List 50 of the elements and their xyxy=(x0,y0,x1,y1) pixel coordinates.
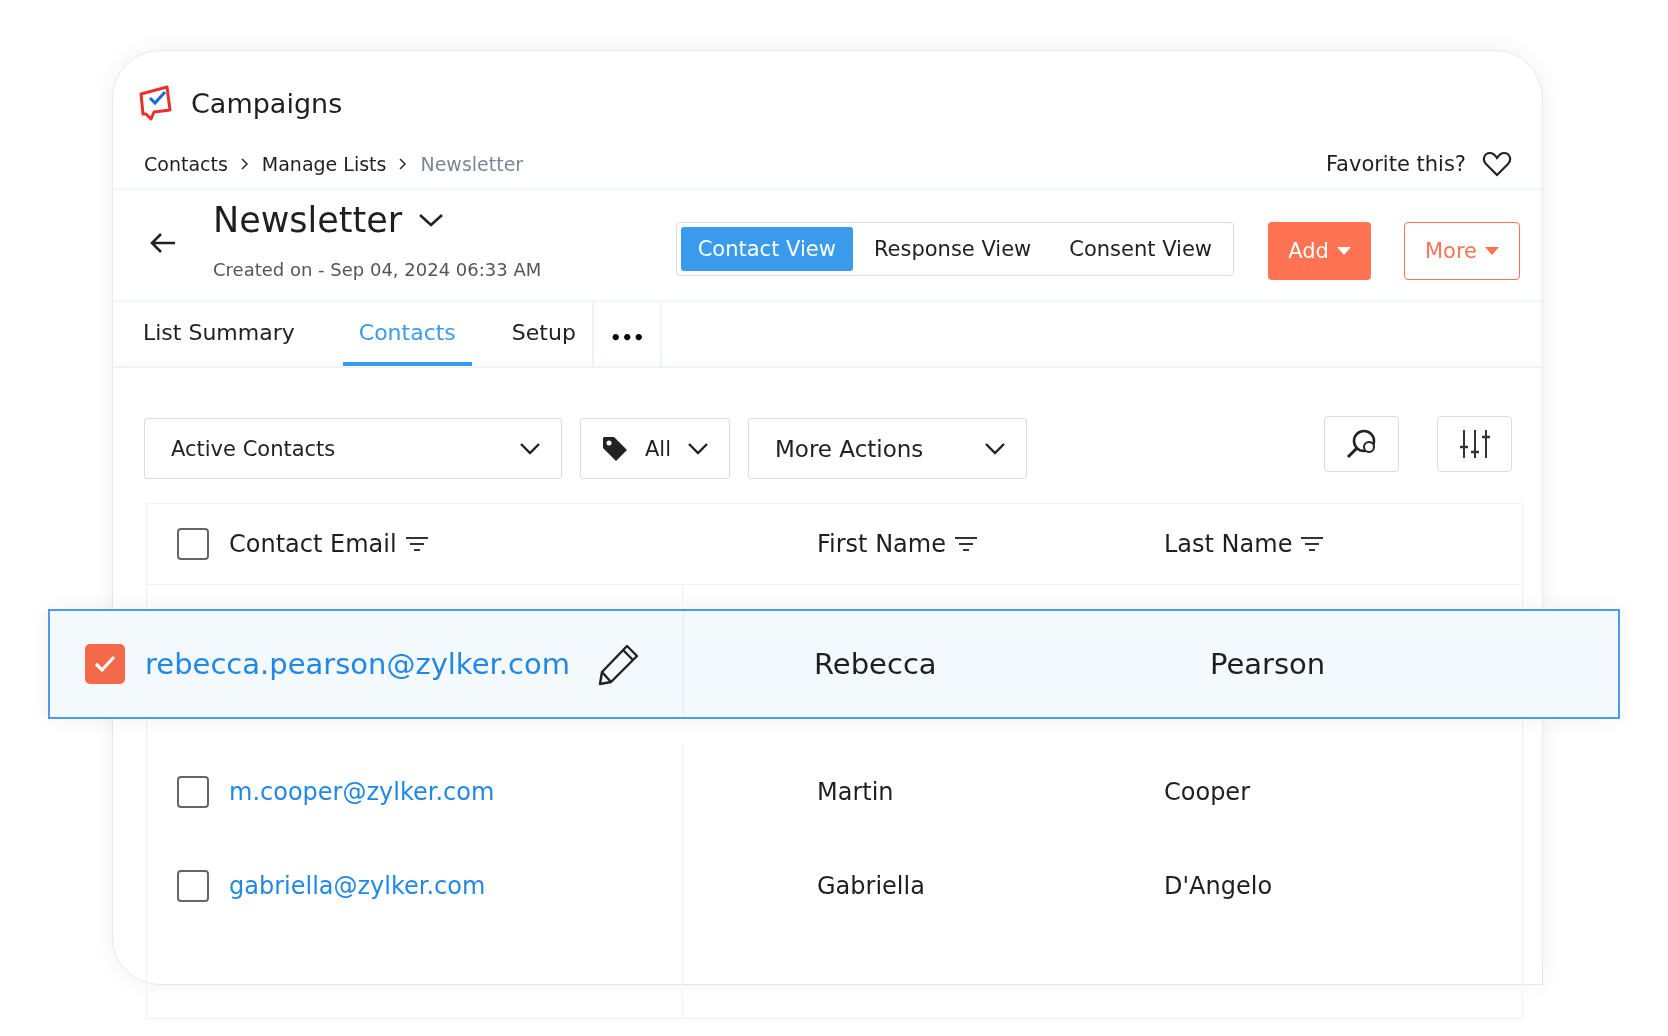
filter-icon[interactable] xyxy=(404,536,429,552)
chevron-down-icon xyxy=(519,441,541,456)
view-toggle-option[interactable]: Response View xyxy=(856,227,1049,271)
chevron-down-icon xyxy=(984,441,1006,456)
breadcrumb-link[interactable]: Newsletter xyxy=(420,153,524,175)
search-button[interactable] xyxy=(1324,415,1399,472)
breadcrumb-link[interactable]: Manage Lists xyxy=(261,153,387,175)
heart-icon[interactable] xyxy=(1482,150,1512,178)
column-header[interactable]: Contact Email xyxy=(229,530,397,558)
chevron-down-icon[interactable] xyxy=(418,212,445,228)
list-filter-dropdown[interactable]: Active Contacts xyxy=(144,418,562,479)
tab[interactable]: Setup xyxy=(495,302,592,366)
email-link[interactable]: gabriella@zylker.com xyxy=(229,872,486,900)
more-actions-dropdown[interactable]: More Actions xyxy=(748,418,1027,479)
row-checkbox[interactable] xyxy=(85,644,125,684)
first-name-cell: Gabriella xyxy=(817,872,925,900)
select-all-checkbox[interactable] xyxy=(177,528,209,560)
caret-icon xyxy=(1485,247,1500,255)
email-link[interactable]: m.cooper@zylker.com xyxy=(229,778,495,806)
back-arrow-icon[interactable] xyxy=(149,232,177,254)
app-name: Campaigns xyxy=(191,87,343,119)
chevron-down-icon xyxy=(687,441,709,456)
tag-filter-dropdown[interactable]: All xyxy=(580,418,730,479)
created-date: Created on - Sep 04, 2024 06:33 AM xyxy=(213,259,542,280)
filter-icon[interactable] xyxy=(1300,536,1325,552)
last-name-cell: Pearson xyxy=(1210,647,1326,681)
tab[interactable]: List Summary xyxy=(143,302,311,366)
list-title: Newsletter xyxy=(213,200,403,240)
view-toggle-option[interactable]: Consent View xyxy=(1052,227,1229,271)
first-name-cell: Rebecca xyxy=(814,647,937,681)
contact-row[interactable]: rebecca.pearson@zylker.com Rebecca Pearson xyxy=(48,609,1620,719)
row-checkbox[interactable] xyxy=(177,870,209,902)
contact-row[interactable]: gabriella@zylker.com Gabriella D'Angelo xyxy=(147,839,1522,933)
filter-icon[interactable] xyxy=(953,536,978,552)
breadcrumb-link[interactable]: Contacts xyxy=(144,153,228,175)
last-name-cell: D'Angelo xyxy=(1164,872,1273,900)
sliders-icon xyxy=(1457,427,1492,460)
column-header[interactable]: Last Name xyxy=(1164,530,1293,558)
caret-icon xyxy=(1336,247,1351,255)
favorite-label: Favorite this? xyxy=(1325,152,1466,176)
last-name-cell: Cooper xyxy=(1164,778,1250,806)
checkmark-icon xyxy=(94,655,116,673)
tag-icon xyxy=(601,434,629,463)
column-settings-button[interactable] xyxy=(1437,415,1512,472)
column-header[interactable]: First Name xyxy=(817,530,946,558)
pencil-icon[interactable] xyxy=(597,642,641,686)
contact-row[interactable]: m.cooper@zylker.com Martin Cooper xyxy=(147,745,1522,839)
more-tabs-button[interactable]: ••• xyxy=(591,302,663,366)
first-name-cell: Martin xyxy=(817,778,894,806)
row-checkbox[interactable] xyxy=(177,776,209,808)
